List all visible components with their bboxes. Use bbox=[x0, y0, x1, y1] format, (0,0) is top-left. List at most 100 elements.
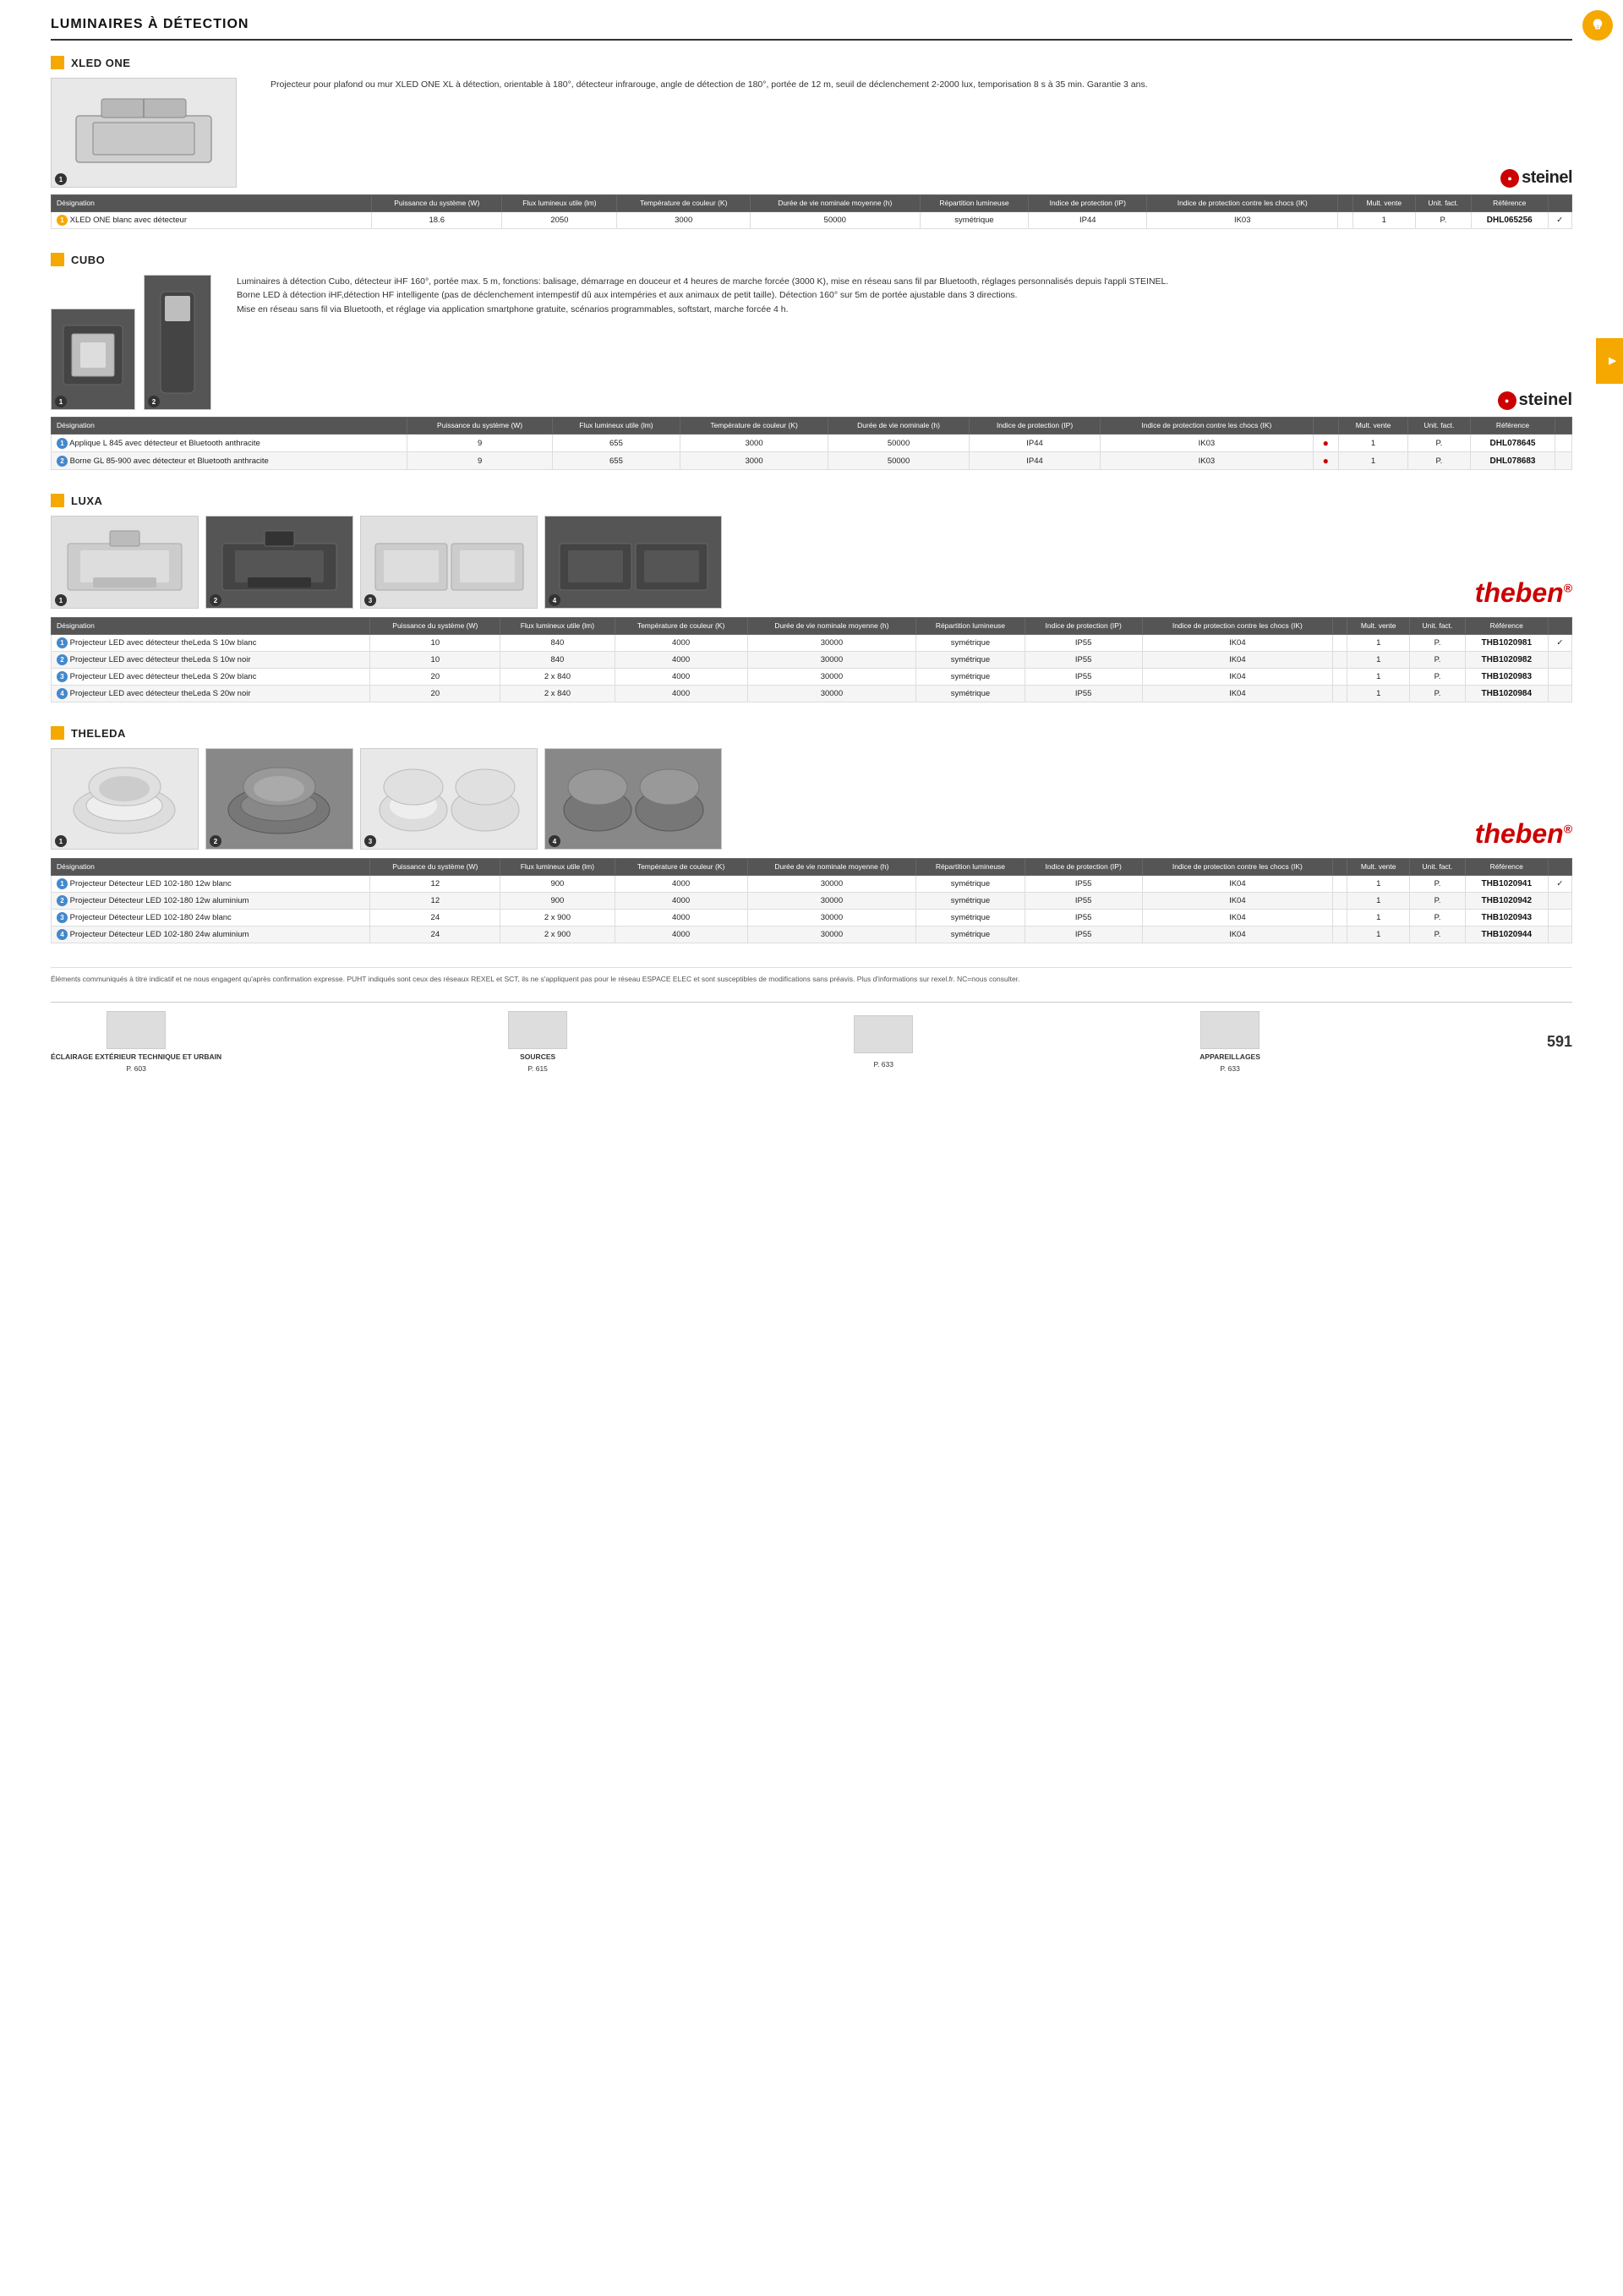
cubo-th-unit: Unit. fact. bbox=[1408, 418, 1471, 435]
xled-table: Désignation Puissance du système (W) Flu… bbox=[51, 194, 1572, 229]
theben-logo-theleda: theben® bbox=[729, 748, 1572, 850]
luxa-svg-1 bbox=[63, 527, 186, 599]
page-number-value: 591 bbox=[1547, 1033, 1572, 1050]
xled-brand: ● steinel bbox=[270, 168, 1572, 188]
luxa-td-pw-3: 20 bbox=[370, 669, 500, 686]
luxa-td-des-4: 4 Projecteur LED avec détecteur theLeda … bbox=[52, 686, 370, 702]
steinel-text: steinel bbox=[1522, 168, 1572, 188]
theleda-td-rp-2: symétrique bbox=[916, 893, 1025, 910]
luxa-td-lt-2: 30000 bbox=[747, 652, 916, 669]
ref-luxa-4: THB1020984 bbox=[1482, 689, 1532, 698]
cubo-desc-col: Luminaires à détection Cubo, détecteur i… bbox=[237, 275, 1572, 410]
luxa-row-2: 2 bbox=[57, 654, 68, 665]
luxa-td-wf-1 bbox=[1332, 635, 1347, 652]
td-power: 18.6 bbox=[372, 212, 502, 229]
luxa-td-ck-3 bbox=[1548, 669, 1571, 686]
luxa-title-text: LUXA bbox=[71, 495, 102, 507]
theleda-th-repartition: Répartition lumineuse bbox=[916, 859, 1025, 876]
luxa-td-rf-1: THB1020981 bbox=[1465, 635, 1548, 652]
theleda-td-mt-3: 1 bbox=[1347, 910, 1410, 927]
luxa-td-tp-1: 4000 bbox=[615, 635, 747, 652]
luxa-td-des-1: 1 Projecteur LED avec détecteur theLeda … bbox=[52, 635, 370, 652]
cubo-td-check-2 bbox=[1555, 452, 1572, 470]
table-row: 2 Projecteur Détecteur LED 102-180 12w a… bbox=[52, 893, 1572, 910]
theleda-td-wf-1 bbox=[1332, 876, 1347, 893]
steinel-logo-xled: ● steinel bbox=[1500, 168, 1572, 188]
bottom-nav-img-3 bbox=[854, 1015, 913, 1053]
td-mult: 1 bbox=[1352, 212, 1415, 229]
ref-cubo-1: DHL078645 bbox=[1490, 439, 1536, 448]
luxa-th-mult: Mult. vente bbox=[1347, 618, 1410, 635]
theleda-td-fl-4: 2 x 900 bbox=[500, 927, 615, 943]
cubo-images: 1 2 bbox=[51, 275, 220, 410]
luxa-td-wf-3 bbox=[1332, 669, 1347, 686]
side-tab-label: ▶ bbox=[1607, 355, 1617, 367]
luxa-td-rp-3: symétrique bbox=[916, 669, 1025, 686]
theleda-td-des-4: 4 Projecteur Détecteur LED 102-180 24w a… bbox=[52, 927, 370, 943]
luxa-td-wf-4 bbox=[1332, 686, 1347, 702]
cubo-th-mult: Mult. vente bbox=[1338, 418, 1407, 435]
cubo-td-ip-2: IP44 bbox=[969, 452, 1100, 470]
theleda-td-lt-4: 30000 bbox=[747, 927, 916, 943]
bottom-nav-item-1[interactable]: ÉCLAIRAGE EXTÉRIEUR TECHNIQUE ET URBAIN … bbox=[51, 1011, 221, 1073]
luxa-th-repartition: Répartition lumineuse bbox=[916, 618, 1025, 635]
theleda-td-un-2: P. bbox=[1410, 893, 1466, 910]
luxa-svg-4 bbox=[555, 527, 712, 599]
cubo-th-ref: Référence bbox=[1470, 418, 1555, 435]
luxa-td-fl-3: 2 x 840 bbox=[500, 669, 615, 686]
cubo-td-unit-2: P. bbox=[1408, 452, 1471, 470]
bottom-nav-item-2[interactable]: SOURCES P. 615 bbox=[508, 1011, 567, 1073]
cubo-td-temp-2: 3000 bbox=[680, 452, 828, 470]
bottom-nav-item-3[interactable]: P. 633 bbox=[854, 1015, 913, 1069]
bottom-nav-item-4[interactable]: APPAREILLAGES P. 633 bbox=[1199, 1011, 1260, 1073]
cubo-th-designation: Désignation bbox=[52, 418, 407, 435]
luxa-td-ip-4: IP55 bbox=[1025, 686, 1142, 702]
luxa-td-ik-1: IK04 bbox=[1142, 635, 1332, 652]
bulb-svg bbox=[1590, 18, 1605, 33]
cubo-image-2: 2 bbox=[144, 275, 211, 410]
theleda-td-tp-3: 4000 bbox=[615, 910, 747, 927]
theleda-td-pw-4: 24 bbox=[370, 927, 500, 943]
td-flux: 2050 bbox=[502, 212, 617, 229]
luxa-th-power: Puissance du système (W) bbox=[370, 618, 500, 635]
cubo-color-box bbox=[51, 253, 64, 266]
luxa-td-fl-4: 2 x 840 bbox=[500, 686, 615, 702]
table-row: 4 Projecteur LED avec détecteur theLeda … bbox=[52, 686, 1572, 702]
cubo-td-designation-1: 1 Applique L 845 avec détecteur et Bluet… bbox=[52, 435, 407, 452]
cubo-td-temp-1: 3000 bbox=[680, 435, 828, 452]
luxa-th-unit: Unit. fact. bbox=[1410, 618, 1466, 635]
td-check: ✓ bbox=[1548, 212, 1571, 229]
td-designation: 1 XLED ONE blanc avec détecteur bbox=[52, 212, 372, 229]
theleda-img-num-1: 1 bbox=[55, 835, 67, 847]
xled-product-image: 1 bbox=[51, 78, 237, 188]
td-ik: IK03 bbox=[1147, 212, 1338, 229]
cubo-td-mult-2: 1 bbox=[1338, 452, 1407, 470]
theleda-td-ck-2 bbox=[1548, 893, 1571, 910]
luxa-td-rp-4: symétrique bbox=[916, 686, 1025, 702]
cubo-description: Luminaires à détection Cubo, détecteur i… bbox=[237, 275, 1572, 384]
cubo-td-power-1: 9 bbox=[407, 435, 553, 452]
bottom-nav-page-4: P. 633 bbox=[1220, 1064, 1239, 1073]
luxa-td-tp-2: 4000 bbox=[615, 652, 747, 669]
cubo-svg-2 bbox=[152, 287, 203, 397]
bottom-nav-page-3: P. 633 bbox=[873, 1060, 893, 1069]
side-tab[interactable]: ▶ bbox=[1596, 338, 1623, 384]
theleda-td-fl-2: 900 bbox=[500, 893, 615, 910]
luxa-table: Désignation Puissance du système (W) Flu… bbox=[51, 617, 1572, 702]
luxa-td-fl-1: 840 bbox=[500, 635, 615, 652]
xled-desc-col: Projecteur pour plafond ou mur XLED ONE … bbox=[270, 78, 1572, 188]
theleda-images: 1 2 3 bbox=[51, 748, 1572, 850]
luxa-td-mt-3: 1 bbox=[1347, 669, 1410, 686]
red-dot-icon: ● bbox=[1323, 437, 1329, 449]
ref-theleda-2: THB1020942 bbox=[1482, 896, 1532, 905]
table-row: 2 Borne GL 85-900 avec détecteur et Blue… bbox=[52, 452, 1572, 470]
luxa-td-ip-3: IP55 bbox=[1025, 669, 1142, 686]
section-title-theleda: THELEDA bbox=[51, 726, 1572, 740]
table-row: 1 XLED ONE blanc avec détecteur 18.6 205… bbox=[52, 212, 1572, 229]
corner-bulb-icon bbox=[1582, 10, 1613, 41]
theleda-th-designation: Désignation bbox=[52, 859, 370, 876]
cubo-td-lifetime-1: 50000 bbox=[828, 435, 970, 452]
theleda-row-4: 4 bbox=[57, 929, 68, 940]
theleda-svg-3 bbox=[371, 759, 527, 839]
ref-luxa-2: THB1020982 bbox=[1482, 655, 1532, 664]
